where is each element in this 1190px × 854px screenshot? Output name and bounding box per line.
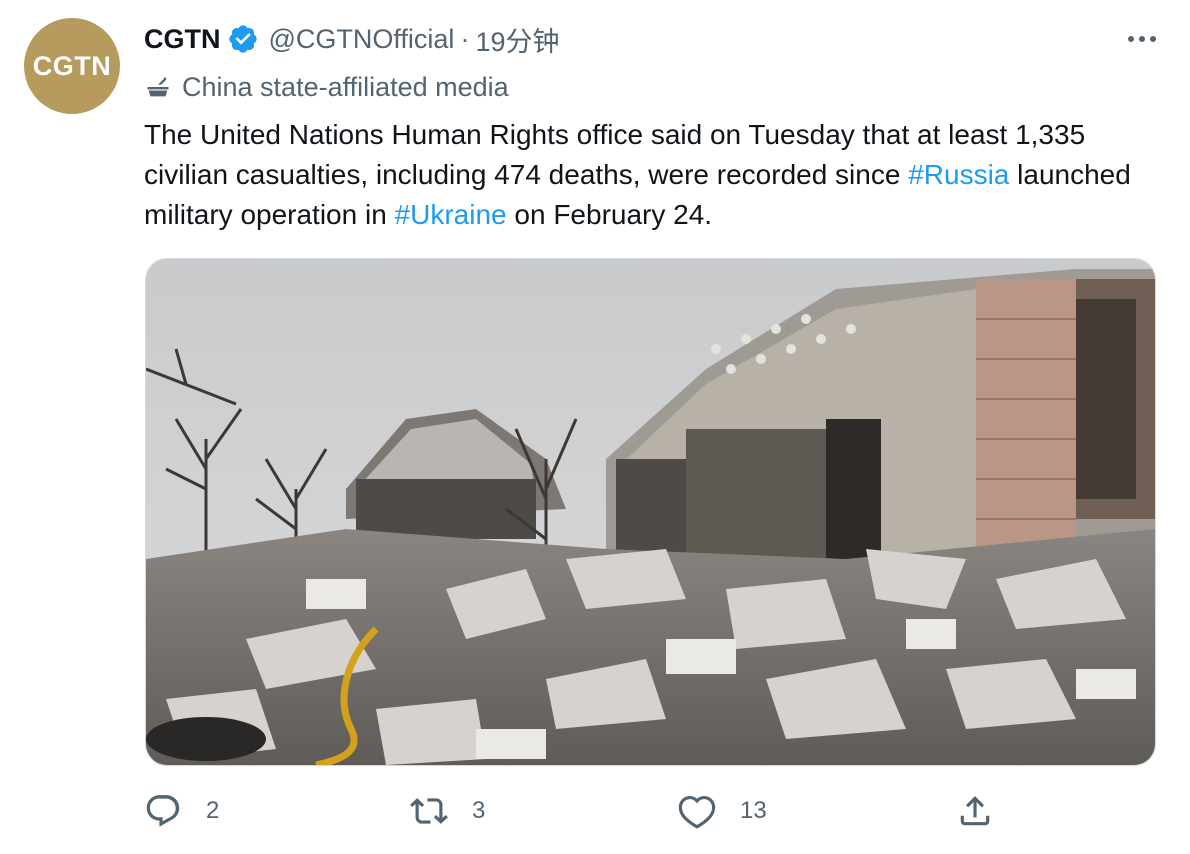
tweet-header: CGTN @CGTNOfficial · 19分钟 bbox=[144, 20, 559, 58]
more-options-icon bbox=[1128, 36, 1156, 42]
display-name[interactable]: CGTN bbox=[144, 24, 221, 55]
tweet-text-part-3: on February 24. bbox=[506, 199, 713, 230]
user-handle[interactable]: @CGTNOfficial bbox=[269, 24, 455, 55]
retweet-icon bbox=[410, 798, 448, 824]
more-options-button[interactable] bbox=[1124, 24, 1160, 54]
avatar-text: CGTN bbox=[32, 50, 112, 81]
avatar[interactable]: CGTN bbox=[24, 18, 120, 114]
separator-dot: · bbox=[460, 23, 470, 54]
state-media-label[interactable]: China state-affiliated media bbox=[144, 68, 509, 106]
rubble-photo-illustration bbox=[146, 259, 1155, 765]
retweet-count: 3 bbox=[472, 797, 486, 824]
hashtag-ukraine-link[interactable]: #Ukraine bbox=[395, 199, 507, 230]
hashtag-russia-link[interactable]: #Russia bbox=[908, 159, 1009, 190]
reply-count: 2 bbox=[206, 797, 220, 824]
timestamp[interactable]: 19分钟 bbox=[475, 20, 559, 59]
tweet-action-bar: 2 3 13 bbox=[0, 786, 1190, 836]
share-button[interactable] bbox=[956, 786, 994, 836]
like-button[interactable]: 13 bbox=[678, 786, 767, 836]
state-media-icon bbox=[147, 77, 169, 97]
reply-button[interactable]: 2 bbox=[144, 786, 219, 836]
verified-badge-icon bbox=[227, 23, 259, 55]
tweet-text: The United Nations Human Rights office s… bbox=[144, 115, 1154, 235]
share-icon bbox=[960, 796, 990, 826]
tweet-photo[interactable] bbox=[145, 258, 1156, 766]
state-media-label-text: China state-affiliated media bbox=[182, 71, 509, 102]
retweet-button[interactable]: 3 bbox=[410, 786, 485, 836]
like-count: 13 bbox=[740, 797, 767, 824]
reply-icon bbox=[146, 795, 180, 827]
like-icon bbox=[678, 795, 716, 829]
